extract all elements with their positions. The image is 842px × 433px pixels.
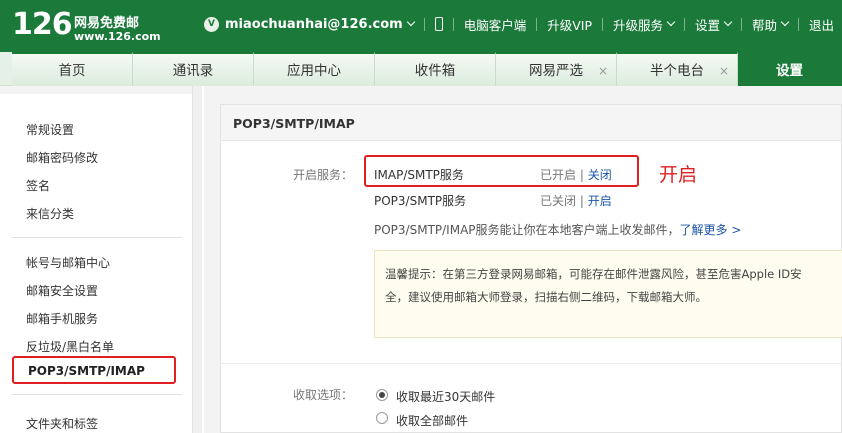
pop3-service-name: POP3/SMTP服务	[374, 194, 467, 208]
tab-label: 设置	[776, 63, 803, 79]
tip-line: 全，建议使用邮箱大师登录，扫描右侧二维码，下载邮箱大师。	[385, 290, 707, 304]
divider	[423, 17, 425, 31]
sidebar-item-signature[interactable]: 签名	[26, 177, 50, 194]
divider	[536, 17, 538, 31]
page-title: POP3/SMTP/IMAP	[233, 116, 355, 131]
divider	[684, 17, 686, 31]
chevron-down-icon[interactable]	[780, 17, 790, 27]
tab-yanxuan[interactable]: 网易严选 ×	[496, 52, 617, 86]
top-header: 126 网易免费邮 www.126.com V miaochuanhai@126…	[0, 0, 842, 52]
logout-link[interactable]: 退出	[809, 15, 834, 34]
status-text: 已开启	[540, 168, 577, 182]
imap-service-status: 已开启 | 关闭	[540, 166, 612, 183]
sidebar-item-password[interactable]: 邮箱密码修改	[26, 149, 98, 166]
logo-url: www.126.com	[74, 30, 161, 43]
sidebar-item-account-center[interactable]: 帐号与邮箱中心	[26, 254, 110, 271]
radio-button[interactable]	[376, 389, 388, 401]
learn-more-link[interactable]: 了解更多 >	[680, 223, 742, 237]
logo-name: 网易免费邮	[74, 16, 140, 31]
sidebar-divider	[12, 237, 182, 238]
account-email[interactable]: miaochuanhai@126.com	[225, 17, 403, 32]
receive-options-label: 收取选项：	[293, 388, 354, 402]
sidebar-item-folders-labels[interactable]: 文件夹和标签	[26, 415, 98, 432]
separator: |	[579, 168, 584, 182]
mobile-phone-icon[interactable]	[434, 17, 443, 31]
separator: |	[579, 194, 584, 208]
tab-inbox[interactable]: 收件箱	[375, 52, 496, 86]
settings-link[interactable]: 设置	[695, 15, 720, 34]
sidebar-item-pop3-smtp-imap[interactable]: POP3/SMTP/IMAP	[12, 356, 176, 384]
main-content: POP3/SMTP/IMAP 开启服务： IMAP/SMTP服务 已开启 | 关…	[204, 86, 842, 433]
settings-sidebar: 常规设置 邮箱密码修改 签名 来信分类 帐号与邮箱中心 邮箱安全设置 邮箱手机服…	[0, 86, 192, 433]
chevron-down-icon[interactable]	[666, 17, 676, 27]
tab-radio[interactable]: 半个电台 ×	[617, 52, 738, 86]
sidebar-item-label: POP3/SMTP/IMAP	[28, 364, 145, 378]
receive-30-days-option[interactable]: 收取最近30天邮件	[396, 388, 495, 405]
upgrade-service-link[interactable]: 升级服务	[613, 15, 663, 34]
divider	[741, 17, 743, 31]
sidebar-item-mobile-service[interactable]: 邮箱手机服务	[26, 310, 98, 327]
imap-disable-link[interactable]: 关闭	[588, 168, 612, 182]
tab-label: 应用中心	[287, 63, 341, 79]
divider	[602, 17, 603, 31]
help-link[interactable]: 帮助	[752, 15, 777, 34]
upgrade-vip-link[interactable]: 升级VIP	[547, 15, 592, 34]
tab-label: 半个电台	[650, 63, 704, 79]
nav-tabs: 首页 通讯录 应用中心 收件箱 网易严选 × 半个电台 × 设置	[0, 52, 842, 86]
section-divider	[221, 363, 841, 364]
service-description: POP3/SMTP/IMAP服务能让你在本地客户端上收发邮件，了解更多 >	[374, 221, 741, 238]
description-text: POP3/SMTP/IMAP服务能让你在本地客户端上收发邮件，	[374, 223, 680, 237]
desktop-client-link[interactable]: 电脑客户端	[464, 15, 527, 34]
sidebar-item-general[interactable]: 常规设置	[26, 121, 74, 138]
tab-label: 收件箱	[414, 63, 456, 79]
close-icon[interactable]: ×	[719, 54, 729, 88]
annotation-text: 开启	[659, 164, 698, 186]
tab-label: 网易严选	[529, 63, 583, 79]
service-label: 开启服务：	[293, 168, 354, 182]
chevron-down-icon[interactable]	[406, 17, 415, 27]
sidebar-item-security[interactable]: 邮箱安全设置	[26, 282, 98, 299]
settings-panel: POP3/SMTP/IMAP 开启服务： IMAP/SMTP服务 已开启 | 关…	[220, 104, 842, 433]
pop3-enable-link[interactable]: 开启	[588, 194, 612, 208]
tab-home[interactable]: 首页	[12, 52, 133, 86]
divider	[452, 17, 454, 31]
logo-number: 126	[12, 7, 73, 42]
sidebar-item-mail-filter[interactable]: 来信分类	[26, 205, 74, 222]
tab-contacts[interactable]: 通讯录	[133, 52, 254, 86]
receive-all-option[interactable]: 收取全部邮件	[396, 412, 468, 429]
pop3-service-status: 已关闭 | 开启	[540, 192, 612, 209]
radio-button[interactable]	[376, 412, 388, 424]
status-text: 已关闭	[540, 194, 577, 208]
vip-badge-icon[interactable]: V	[204, 16, 219, 32]
sidebar-divider	[12, 394, 182, 395]
tab-settings[interactable]: 设置	[738, 52, 842, 86]
chevron-down-icon[interactable]	[723, 17, 733, 27]
sidebar-scrollbar[interactable]	[192, 86, 202, 433]
header-toolbar: V miaochuanhai@126.com 电脑客户端 升级VIP 升级服务 …	[204, 14, 834, 34]
close-icon[interactable]: ×	[598, 54, 608, 88]
tab-label: 首页	[58, 63, 86, 79]
tab-label: 通讯录	[172, 63, 214, 79]
tip-line: 温馨提示：在第三方登录网易邮箱，可能存在邮件泄露风险，甚至危害Apple ID安	[385, 267, 802, 281]
divider	[798, 17, 800, 31]
panel-header: POP3/SMTP/IMAP	[221, 105, 841, 141]
sidebar-item-antispam[interactable]: 反垃圾/黑白名单	[26, 338, 114, 355]
tab-app-center[interactable]: 应用中心	[254, 52, 375, 86]
warning-tip: 温馨提示：在第三方登录网易邮箱，可能存在邮件泄露风险，甚至危害Apple ID安…	[374, 250, 842, 338]
imap-service-name: IMAP/SMTP服务	[374, 168, 464, 182]
